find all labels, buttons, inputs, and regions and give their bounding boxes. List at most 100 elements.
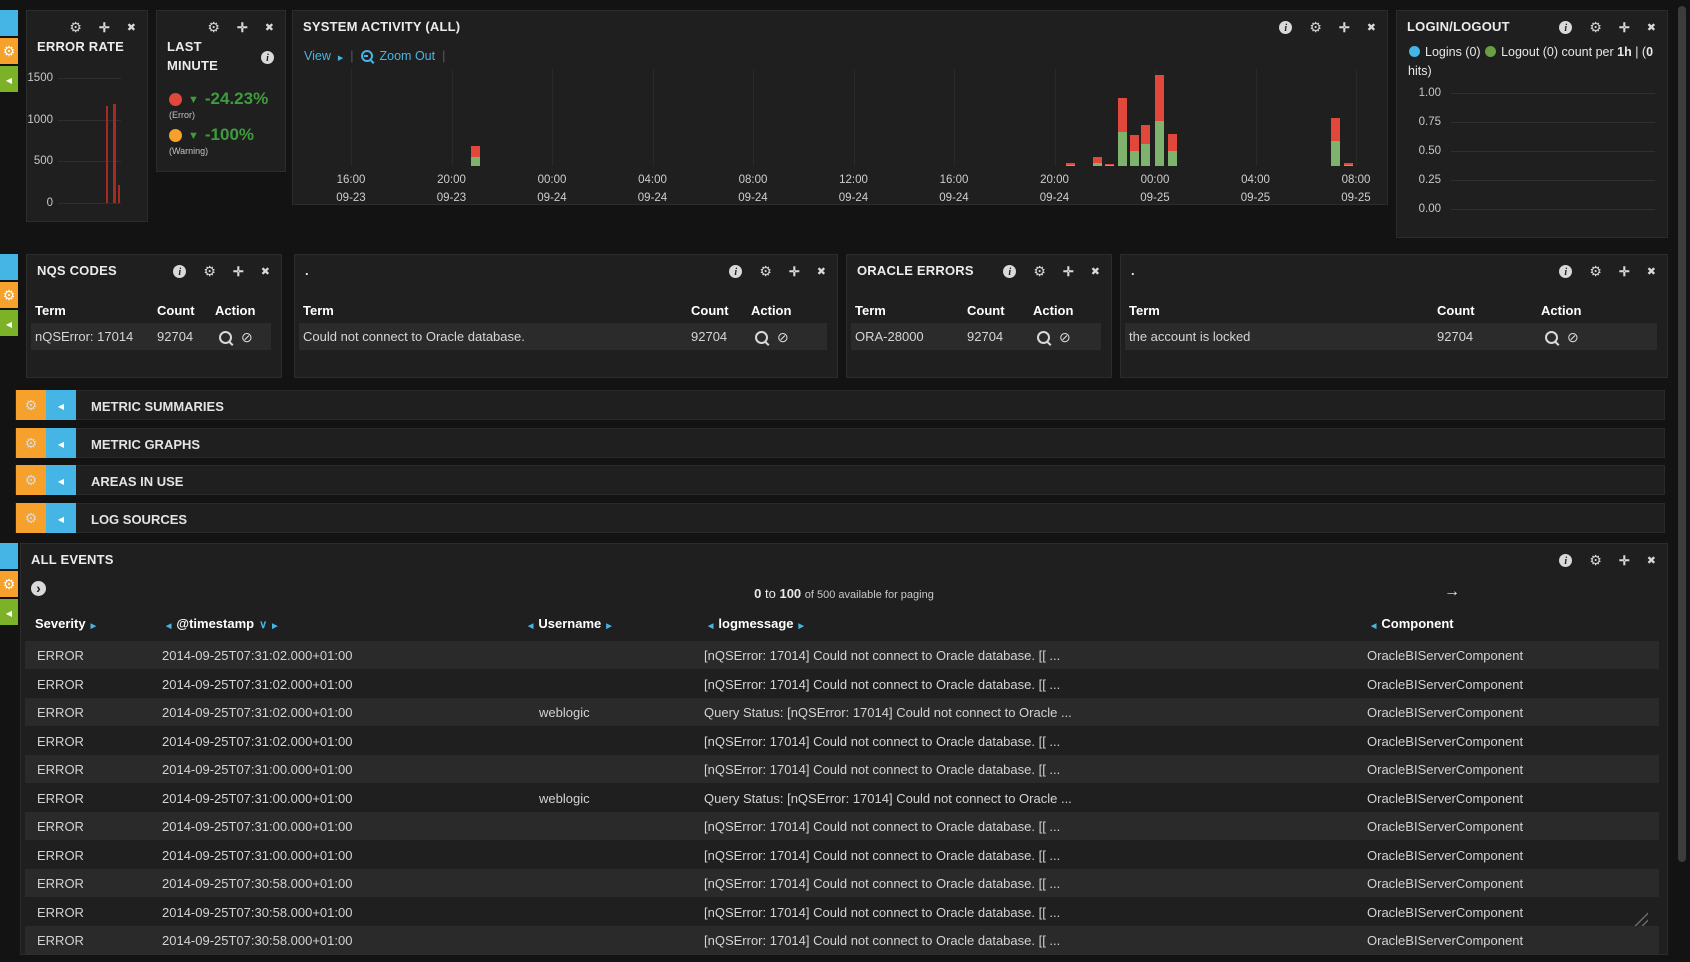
- table-row[interactable]: ERROR2014-09-25T07:30:58.000+01:00[nQSEr…: [25, 869, 1659, 897]
- info-icon[interactable]: [1559, 554, 1572, 567]
- row-settings-tab[interactable]: [16, 503, 46, 533]
- exclude-icon[interactable]: [777, 330, 789, 344]
- move-icon[interactable]: [1619, 21, 1630, 34]
- row-expand-tab[interactable]: [46, 390, 76, 420]
- row-expand-tab[interactable]: [46, 428, 76, 458]
- column-header-logmessage[interactable]: logmessage: [708, 616, 804, 631]
- info-icon[interactable]: [729, 265, 742, 278]
- system-activity-chart[interactable]: [311, 69, 1371, 166]
- table-row[interactable]: ERROR2014-09-25T07:30:58.000+01:00[nQSEr…: [25, 926, 1659, 954]
- move-column-left-icon[interactable]: [1371, 616, 1376, 631]
- info-icon[interactable]: [1279, 21, 1292, 34]
- table-row[interactable]: ERROR2014-09-25T07:31:02.000+01:00[nQSEr…: [25, 641, 1659, 669]
- next-page-arrow[interactable]: [1444, 584, 1460, 600]
- move-icon[interactable]: [1063, 265, 1074, 278]
- row-expand-tab[interactable]: [46, 465, 76, 495]
- view-menu[interactable]: View: [304, 49, 331, 63]
- move-column-right-icon[interactable]: [606, 616, 611, 631]
- table-row[interactable]: ERROR2014-09-25T07:31:00.000+01:00[nQSEr…: [25, 812, 1659, 840]
- close-icon[interactable]: [1091, 265, 1100, 278]
- exclude-icon[interactable]: [1059, 330, 1071, 344]
- close-icon[interactable]: [1647, 554, 1656, 567]
- gear-icon[interactable]: [1309, 20, 1322, 34]
- gear-icon[interactable]: [759, 264, 772, 278]
- column-header-username[interactable]: Username: [528, 616, 612, 631]
- info-icon[interactable]: [173, 265, 186, 278]
- row-settings-tab[interactable]: [0, 282, 18, 308]
- move-column-right-icon[interactable]: [799, 616, 804, 631]
- close-icon[interactable]: [817, 265, 826, 278]
- sort-desc-icon[interactable]: [259, 616, 267, 631]
- row-settings-tab[interactable]: [0, 38, 18, 64]
- column-header-component[interactable]: Component: [1371, 616, 1454, 631]
- gear-icon[interactable]: [69, 20, 82, 34]
- move-column-left-icon[interactable]: [708, 616, 713, 631]
- table-row[interactable]: ERROR2014-09-25T07:31:00.000+01:00[nQSEr…: [25, 755, 1659, 783]
- row-settings-tab[interactable]: [16, 465, 46, 495]
- column-header-severity[interactable]: Severity: [35, 616, 96, 631]
- move-icon[interactable]: [1619, 265, 1630, 278]
- row-tab-cyan[interactable]: [0, 254, 18, 280]
- term-row[interactable]: nQSError: 1701492704: [31, 323, 271, 350]
- chevron-right-icon: [338, 49, 343, 63]
- gear-icon[interactable]: [1589, 553, 1602, 567]
- exclude-icon[interactable]: [1567, 330, 1579, 344]
- gear-icon[interactable]: [1033, 264, 1046, 278]
- row-settings-tab[interactable]: [16, 390, 46, 420]
- panel-title: LAST MINUTE: [167, 37, 247, 75]
- row-tab-cyan[interactable]: [0, 10, 18, 36]
- severity-cell: ERROR: [37, 933, 84, 948]
- move-icon[interactable]: [233, 265, 244, 278]
- zoom-out-link[interactable]: Zoom Out: [380, 49, 436, 63]
- info-icon[interactable]: [1003, 265, 1016, 278]
- close-icon[interactable]: [1367, 21, 1376, 34]
- term-row[interactable]: the account is locked92704: [1125, 323, 1657, 350]
- row-tab-cyan[interactable]: [0, 543, 18, 569]
- table-row[interactable]: ERROR2014-09-25T07:30:58.000+01:00[nQSEr…: [25, 898, 1659, 926]
- search-icon[interactable]: [1037, 331, 1050, 344]
- zoom-out-icon[interactable]: [361, 50, 373, 62]
- row-settings-tab[interactable]: [16, 428, 46, 458]
- close-icon[interactable]: [1647, 21, 1656, 34]
- row-collapse-tab[interactable]: [0, 599, 18, 625]
- exclude-icon[interactable]: [241, 330, 253, 344]
- term-row[interactable]: Could not connect to Oracle database.927…: [299, 323, 827, 350]
- close-icon[interactable]: [261, 265, 270, 278]
- info-icon[interactable]: [1559, 21, 1572, 34]
- gear-icon[interactable]: [1589, 264, 1602, 278]
- move-column-right-icon[interactable]: [91, 616, 96, 631]
- move-column-left-icon[interactable]: [166, 616, 171, 631]
- move-icon[interactable]: [789, 265, 800, 278]
- row-settings-tab[interactable]: [0, 571, 18, 597]
- table-row[interactable]: ERROR2014-09-25T07:31:02.000+01:00[nQSEr…: [25, 727, 1659, 755]
- bar-segment-error: [1168, 134, 1177, 151]
- row-collapse-tab[interactable]: [0, 310, 18, 336]
- row-collapse-tab[interactable]: [0, 66, 18, 92]
- close-icon[interactable]: [127, 21, 136, 34]
- gear-icon[interactable]: [203, 264, 216, 278]
- table-row[interactable]: ERROR2014-09-25T07:31:02.000+01:00[nQSEr…: [25, 670, 1659, 698]
- move-icon[interactable]: [1339, 21, 1350, 34]
- search-icon[interactable]: [1545, 331, 1558, 344]
- close-icon[interactable]: [1647, 265, 1656, 278]
- move-icon[interactable]: [237, 21, 248, 34]
- gear-icon[interactable]: [207, 20, 220, 34]
- search-icon[interactable]: [219, 331, 232, 344]
- login-logout-chart[interactable]: 1.000.750.500.250.00: [1405, 83, 1661, 227]
- move-column-left-icon[interactable]: [528, 616, 533, 631]
- scrollbar-thumb[interactable]: [1678, 6, 1686, 862]
- gear-icon[interactable]: [1589, 20, 1602, 34]
- move-column-right-icon[interactable]: [272, 616, 277, 631]
- column-header-timestamp[interactable]: @timestamp: [166, 616, 278, 631]
- row-expand-tab[interactable]: [46, 503, 76, 533]
- table-row[interactable]: ERROR2014-09-25T07:31:00.000+01:00weblog…: [25, 784, 1659, 812]
- close-icon[interactable]: [265, 21, 274, 34]
- move-icon[interactable]: [1619, 554, 1630, 567]
- info-icon[interactable]: [1559, 265, 1572, 278]
- info-icon[interactable]: [261, 51, 274, 64]
- move-icon[interactable]: [99, 21, 110, 34]
- term-row[interactable]: ORA-2800092704: [851, 323, 1101, 350]
- table-row[interactable]: ERROR2014-09-25T07:31:00.000+01:00[nQSEr…: [25, 841, 1659, 869]
- search-icon[interactable]: [755, 331, 768, 344]
- table-row[interactable]: ERROR2014-09-25T07:31:02.000+01:00weblog…: [25, 698, 1659, 726]
